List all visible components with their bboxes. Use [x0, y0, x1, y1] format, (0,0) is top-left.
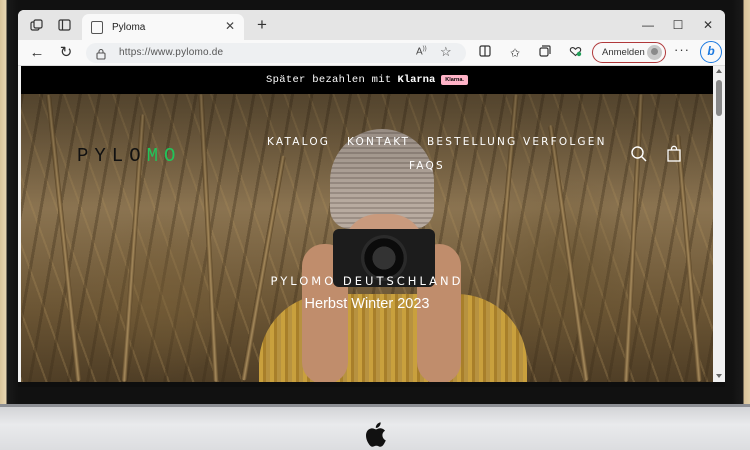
extensions-icon[interactable] — [567, 45, 583, 61]
apple-logo — [361, 418, 393, 450]
chin-edge — [0, 404, 750, 407]
star-icon[interactable]: ☆ — [440, 44, 452, 60]
close-window-icon[interactable]: ✕ — [693, 14, 723, 36]
signin-label: Anmelden — [602, 47, 645, 58]
site-logo[interactable]: PYLOMO — [77, 145, 181, 167]
web-page: Später bezahlen mit Klarna Klarna. PYLOM… — [21, 66, 713, 382]
avatar — [647, 45, 662, 60]
url-text: https://www.pylomo.de — [119, 47, 224, 58]
split-screen-icon[interactable] — [477, 45, 493, 61]
hero-title: PYLOMO DEUTSCHLAND — [270, 274, 464, 288]
nav-katalog[interactable]: KATALOG — [267, 136, 330, 148]
close-icon[interactable]: ✕ — [225, 19, 235, 33]
desk-scene: Pyloma ✕ + — ☐ ✕ ← ↻ https://www.pylomo.… — [0, 0, 750, 450]
browser-window: Pyloma ✕ + — ☐ ✕ ← ↻ https://www.pylomo.… — [18, 10, 725, 382]
hero-subtitle: Herbst Winter 2023 — [304, 296, 430, 312]
tab-title: Pyloma — [112, 21, 146, 33]
bing-icon[interactable]: b — [700, 41, 722, 63]
lock-icon[interactable] — [96, 47, 106, 65]
logo-accent-text: MO — [146, 145, 182, 167]
klarna-brand: Klarna — [397, 74, 436, 86]
collections-icon[interactable] — [537, 45, 553, 61]
url-field[interactable]: https://www.pylomo.de A)) ☆ — [86, 43, 466, 63]
scroll-up-icon[interactable] — [716, 69, 722, 73]
signin-button[interactable]: Anmelden — [592, 42, 666, 63]
plus-icon[interactable]: + — [252, 14, 272, 36]
logo-text: PYLO — [77, 145, 147, 167]
minimize-icon[interactable]: — — [633, 14, 663, 36]
screen-bezel — [18, 382, 725, 387]
scroll-down-icon[interactable] — [716, 374, 722, 378]
hero-banner: PYLOMO KATALOG KONTAKT BESTELLUNG VERFOL… — [21, 94, 713, 382]
maximize-icon[interactable]: ☐ — [663, 14, 693, 36]
address-bar: ← ↻ https://www.pylomo.de A)) ☆ ✩ Anmeld… — [18, 40, 725, 66]
read-aloud-icon[interactable]: A)) — [416, 46, 427, 57]
promo-text: Später bezahlen mit — [266, 74, 392, 86]
bag-icon[interactable] — [665, 145, 683, 163]
favorites-icon[interactable]: ✩ — [507, 45, 523, 61]
nav-bestellung-verfolgen[interactable]: BESTELLUNG VERFOLGEN — [427, 136, 607, 148]
workspaces-icon[interactable] — [27, 16, 45, 34]
nav-faqs[interactable]: FAQS — [409, 160, 445, 172]
back-icon[interactable]: ← — [27, 43, 47, 63]
more-icon[interactable]: ··· — [674, 42, 690, 57]
klarna-badge: Klarna. — [441, 75, 468, 85]
refresh-icon[interactable]: ↻ — [56, 43, 76, 63]
search-icon[interactable] — [630, 145, 648, 163]
page-scrollbar[interactable] — [713, 66, 725, 382]
promo-banner: Später bezahlen mit Klarna Klarna. — [21, 66, 713, 94]
tab-actions-icon[interactable] — [55, 16, 73, 34]
page-icon — [91, 20, 103, 34]
nav-kontakt[interactable]: KONTAKT — [347, 136, 410, 148]
scroll-thumb[interactable] — [716, 80, 722, 116]
tab-bar: Pyloma ✕ + — ☐ ✕ — [18, 10, 725, 40]
tab-pyloma[interactable]: Pyloma ✕ — [82, 14, 244, 40]
